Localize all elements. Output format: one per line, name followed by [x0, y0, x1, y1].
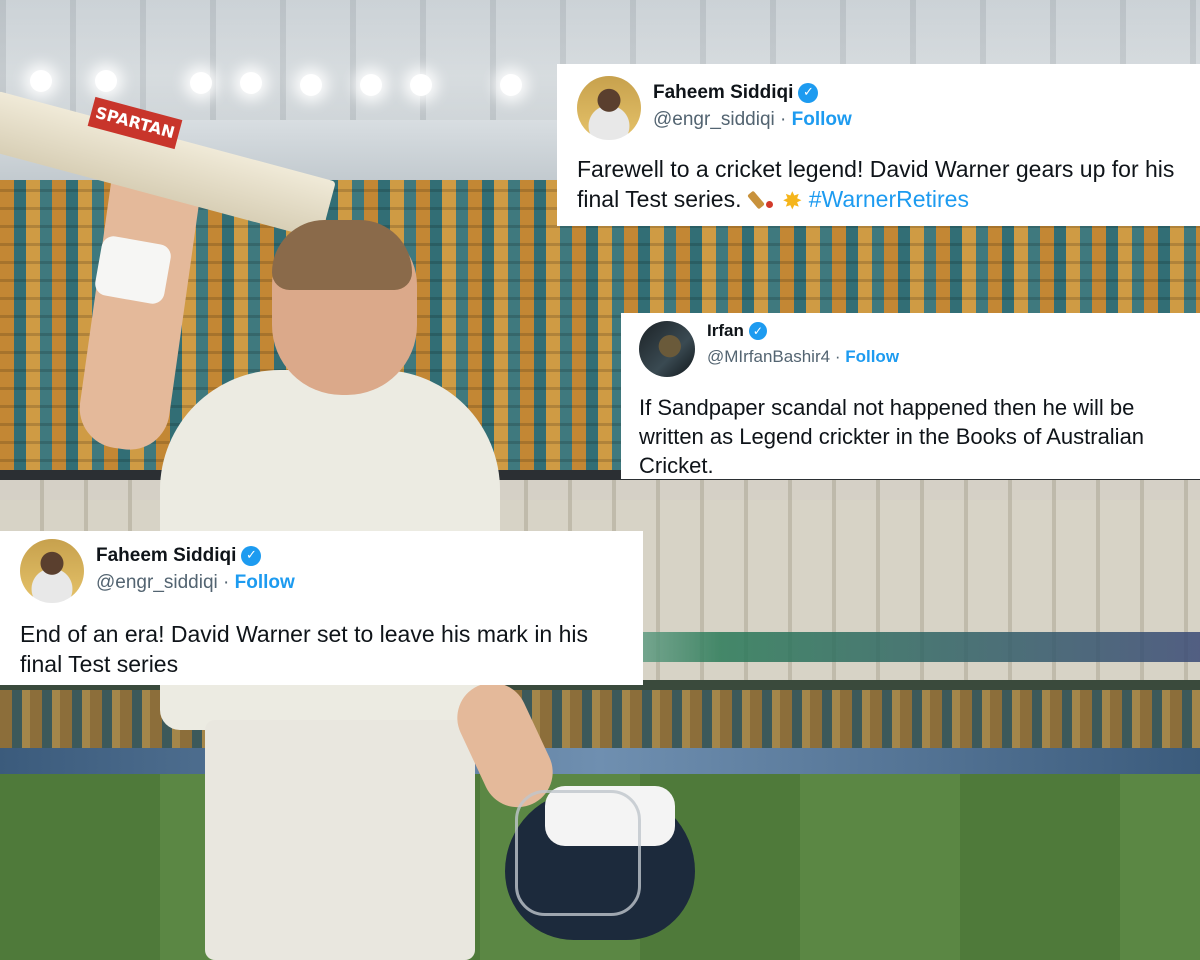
handle-line: @engr_siddiqi · Follow — [96, 572, 295, 594]
tweet-text: If Sandpaper scandal not happened then h… — [639, 395, 1145, 479]
follow-button[interactable]: Follow — [792, 109, 852, 130]
author-name[interactable]: Irfan — [707, 321, 744, 341]
wristband — [93, 234, 173, 306]
separator-dot: · — [780, 109, 787, 130]
author-handle[interactable]: @engr_siddiqi — [653, 109, 775, 130]
verified-badge-icon: ✓ — [748, 322, 767, 340]
handle-line: @engr_siddiqi · Follow — [653, 109, 852, 131]
tweet-header: Irfan ✓ @MIrfanBashir4 · Follow — [639, 319, 1182, 377]
player-hair — [272, 220, 412, 290]
follow-button[interactable]: Follow — [235, 572, 295, 593]
verified-badge-icon: ✓ — [241, 546, 262, 566]
author-handle[interactable]: @engr_siddiqi — [96, 572, 218, 593]
author-name-line: Irfan ✓ — [707, 321, 899, 341]
cricket-bat-emoji-icon — [748, 189, 776, 209]
tweet-header: Faheem Siddiqi ✓ @engr_siddiqi · Follow — [577, 76, 1180, 140]
tweet-header: Faheem Siddiqi ✓ @engr_siddiqi · Follow — [20, 539, 623, 603]
author-block: Faheem Siddiqi ✓ @engr_siddiqi · Follow — [653, 76, 852, 131]
avatar[interactable] — [577, 76, 641, 140]
follow-button[interactable]: Follow — [845, 347, 899, 366]
handle-line: @MIrfanBashir4 · Follow — [707, 347, 899, 367]
author-block: Faheem Siddiqi ✓ @engr_siddiqi · Follow — [96, 539, 295, 594]
helmet-grill — [515, 790, 641, 916]
tweet-card[interactable]: Irfan ✓ @MIrfanBashir4 · Follow If Sandp… — [621, 313, 1200, 479]
hashtag-link[interactable]: #WarnerRetires — [809, 186, 969, 212]
author-name[interactable]: Faheem Siddiqi — [653, 82, 793, 104]
avatar[interactable] — [20, 539, 84, 603]
author-handle[interactable]: @MIrfanBashir4 — [707, 347, 830, 366]
tweet-text: Farewell to a cricket legend! David Warn… — [577, 154, 1180, 218]
separator-dot: · — [223, 572, 230, 593]
avatar[interactable] — [639, 321, 695, 377]
tweet-card[interactable]: Faheem Siddiqi ✓ @engr_siddiqi · Follow … — [0, 531, 643, 685]
separator-dot: · — [834, 347, 841, 366]
test-trousers — [205, 720, 475, 960]
author-name-line: Faheem Siddiqi ✓ — [653, 82, 852, 104]
author-block: Irfan ✓ @MIrfanBashir4 · Follow — [707, 319, 899, 367]
author-name-line: Faheem Siddiqi ✓ — [96, 545, 295, 567]
star-emoji-icon: ✸ — [782, 188, 803, 216]
author-name[interactable]: Faheem Siddiqi — [96, 545, 236, 567]
tweet-card[interactable]: Faheem Siddiqi ✓ @engr_siddiqi · Follow … — [557, 64, 1200, 226]
verified-badge-icon: ✓ — [798, 83, 819, 103]
tweet-text: End of an era! David Warner set to leave… — [20, 621, 589, 678]
